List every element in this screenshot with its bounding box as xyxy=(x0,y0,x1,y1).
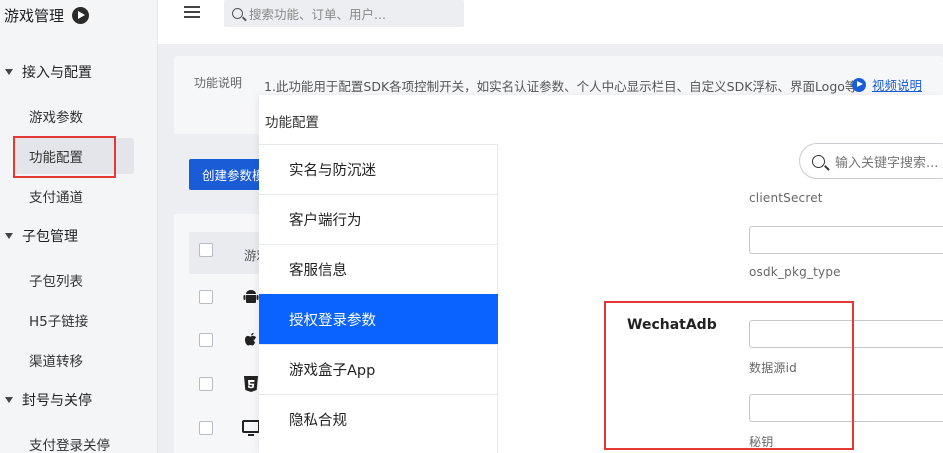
nav-group-access-config[interactable]: 接入与配置 xyxy=(0,60,158,84)
row-checkbox[interactable] xyxy=(199,333,213,347)
menu-item-game-box-app[interactable]: 游戏盒子App xyxy=(259,344,498,394)
top-header: 搜索功能、订单、用户... xyxy=(158,0,943,44)
play-circle-icon xyxy=(852,77,866,92)
field-label-clientsecret: clientSecret xyxy=(749,191,823,205)
sidebar-item-label: 支付登录关停 xyxy=(29,438,110,453)
config-menu-list: 实名与防沉迷 客户端行为 客服信息 授权登录参数 游戏盒子App 隐私合规 xyxy=(259,144,498,453)
caret-down-icon xyxy=(5,233,13,239)
sidebar-item-label: 游戏参数 xyxy=(29,110,83,126)
sidebar: 游戏管理 接入与配置 游戏参数 功能配置 支付通道 子包管理 子包列表 H5子链… xyxy=(0,0,158,453)
menu-item-realname[interactable]: 实名与防沉迷 xyxy=(259,144,498,194)
nav-group-ban-shutdown[interactable]: 封号与关停 xyxy=(0,388,158,412)
menu-item-privacy-compliance[interactable]: 隐私合规 xyxy=(259,394,498,444)
brand-title: 游戏管理 xyxy=(4,6,65,25)
nav-group-label: 子包管理 xyxy=(22,229,78,245)
nav-group-label: 接入与配置 xyxy=(22,65,92,81)
create-param-template-button[interactable]: 创建参数模 xyxy=(189,159,264,190)
android-icon xyxy=(243,290,259,303)
apple-icon xyxy=(245,332,257,346)
row-checkbox[interactable] xyxy=(199,377,213,391)
global-search-input[interactable]: 搜索功能、订单、用户... xyxy=(224,0,464,27)
sidebar-item-label: 渠道转移 xyxy=(29,354,83,370)
sidebar-item-subpackage-list[interactable]: 子包列表 xyxy=(29,269,83,291)
menu-icon[interactable] xyxy=(184,6,200,20)
sidebar-item-label: 支付通道 xyxy=(29,190,83,206)
video-guide-link[interactable]: 视频说明 xyxy=(852,75,922,94)
sidebar-item-h5-link[interactable]: H5子链接 xyxy=(29,309,88,331)
video-link-label: 视频说明 xyxy=(872,78,923,93)
brand[interactable]: 游戏管理 xyxy=(4,2,90,28)
highlight-box xyxy=(13,136,116,178)
field-label-osdk-pkg-type: osdk_pkg_type xyxy=(749,265,841,279)
sidebar-item-label: H5子链接 xyxy=(29,314,89,330)
row-checkbox[interactable] xyxy=(199,290,213,304)
description-text: 1.此功能用于配置SDK各项控制开关，如实名认证参数、个人中心显示栏目、自定义S… xyxy=(264,79,870,94)
sidebar-item-game-params[interactable]: 游戏参数 xyxy=(29,105,83,127)
caret-down-icon xyxy=(5,69,13,75)
sidebar-item-channel-transfer[interactable]: 渠道转移 xyxy=(29,349,83,371)
sidebar-item-payment-login-shutdown[interactable]: 支付登录关停 xyxy=(29,433,110,453)
highlight-box xyxy=(604,301,854,450)
sidebar-item-label: 子包列表 xyxy=(29,274,83,290)
select-all-checkbox[interactable] xyxy=(199,243,213,257)
menu-item-client-behavior[interactable]: 客户端行为 xyxy=(259,194,498,244)
feature-config-modal: 功能配置 实名与防沉迷 客户端行为 客服信息 授权登录参数 游戏盒子App 隐私… xyxy=(259,95,943,453)
menu-item-auth-login-params[interactable]: 授权登录参数 xyxy=(259,294,498,344)
search-icon xyxy=(232,8,243,19)
desktop-icon xyxy=(242,420,260,436)
modal-title: 功能配置 xyxy=(265,115,319,131)
keyword-search-input[interactable]: 输入关键字搜索... xyxy=(799,143,943,179)
menu-item-customer-service[interactable]: 客服信息 xyxy=(259,244,498,294)
keyword-search-placeholder: 输入关键字搜索... xyxy=(835,155,939,171)
search-icon xyxy=(812,154,825,168)
row-checkbox[interactable] xyxy=(199,421,213,435)
description-label: 功能说明 xyxy=(194,76,243,90)
nav-group-subpackage[interactable]: 子包管理 xyxy=(0,224,158,248)
nav-group-label: 封号与关停 xyxy=(22,393,92,409)
sidebar-item-payment-channel[interactable]: 支付通道 xyxy=(29,185,83,207)
search-placeholder: 搜索功能、订单、用户... xyxy=(249,7,386,22)
clientsecret-input[interactable] xyxy=(749,226,943,254)
html5-icon xyxy=(244,376,258,392)
caret-down-icon xyxy=(5,397,13,403)
play-icon[interactable] xyxy=(72,6,90,24)
